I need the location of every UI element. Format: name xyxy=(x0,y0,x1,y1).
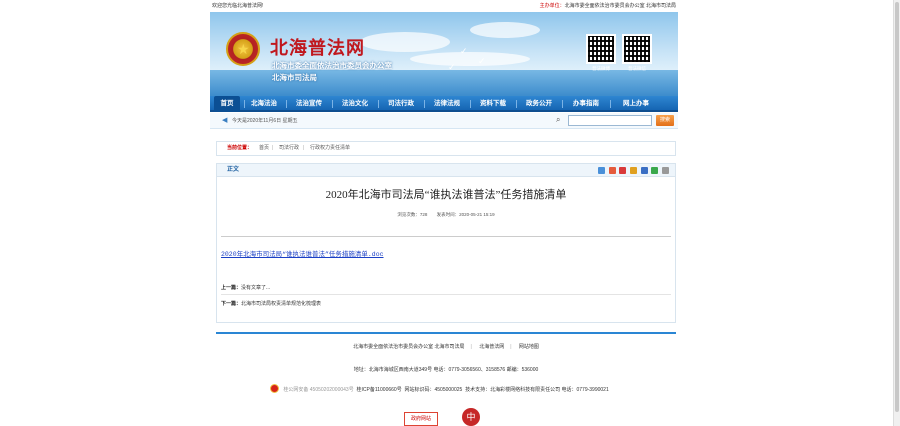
prev-label: 上一篇： xyxy=(221,285,242,291)
search-input[interactable] xyxy=(568,115,652,126)
nav-item-falv-fagui[interactable]: 法律法规 xyxy=(428,96,466,112)
footer-links: 北海市委全面依法治市委员会办公室 北海市司法局 | 北海普法网 | 网站地图 xyxy=(353,344,539,350)
nav-item-zhengwu-gongkai[interactable]: 政务公开 xyxy=(520,96,558,112)
article-panel: 正文 2020年北海市司法局“谁执法谁普法”任务措施清单 浏览次数：728 发表… xyxy=(216,163,676,323)
view-count: 浏览次数：728 xyxy=(397,212,428,217)
qr-weixin[interactable]: 普法微信 xyxy=(622,34,652,71)
article-meta: 浏览次数：728 发表时间：2020-05-21 15:19 xyxy=(217,212,675,218)
article-section-label: 正文 xyxy=(227,167,240,173)
national-emblem-icon: ★ xyxy=(226,32,260,66)
qr-weixin-label: 普法微信 xyxy=(628,66,646,71)
tech-support: 技术支持：北海彩楼网络科技有限责任公司 电话：0779-3990021 xyxy=(465,387,609,393)
site-logo-title[interactable]: 北海普法网 xyxy=(270,34,365,60)
footer-link-sitemap[interactable]: 网站地图 xyxy=(519,344,539,350)
party-seal-icon[interactable]: 中 xyxy=(462,408,480,426)
icp-record[interactable]: 桂ICP备11000660号 xyxy=(357,387,402,393)
share-tencent-icon[interactable] xyxy=(619,167,627,174)
title-divider xyxy=(221,236,671,237)
nav-item-ziliao-xiazai[interactable]: 资料下载 xyxy=(474,96,512,112)
qr-weibo-label: 普法微博 xyxy=(592,66,610,71)
nav-item-wangshang-banshi[interactable]: 网上办事 xyxy=(616,96,656,112)
vertical-scrollbar[interactable] xyxy=(893,0,900,426)
header-banner: ✓ ✓ ✓ ★ 北海普法网 北海市委全面依法治市委员会办公室 北海市司法局 普法… xyxy=(210,12,678,96)
info-bar: ◀ 今天是2020年11月6日 星期五 ⌕ 搜索 xyxy=(210,113,678,129)
print-icon[interactable] xyxy=(662,167,669,174)
page: 欢迎您光临北海普法网! 主办单位：北海市委全面依法治市委员会办公室 北海市司法局… xyxy=(0,0,893,426)
host-info: 主办单位：北海市委全面依法治市委员会办公室 北海市司法局 xyxy=(540,0,676,12)
footer-address: 地址：北海市海城区西南大道349号 电话：0779-3056560、315857… xyxy=(353,367,539,373)
share-qzone-icon[interactable] xyxy=(597,167,605,174)
host-label: 主办单位： xyxy=(539,3,565,9)
nav-item-fazhi-xuanchuan[interactable]: 法治宣传 xyxy=(290,96,328,112)
nav-item-fazhi-wenhua[interactable]: 法治文化 xyxy=(336,96,374,112)
welcome-text: 欢迎您光临北海普法网! xyxy=(212,3,264,9)
site-code: 网站标识码：4505000025 xyxy=(404,387,463,393)
footer-link-site[interactable]: 北海普法网 xyxy=(479,344,504,350)
footer-records: 桂公网安备 45050202000043号 桂ICP备11000660号 网站标… xyxy=(266,386,609,393)
gov-website-badge[interactable]: 政府网站 xyxy=(404,412,438,426)
prev-value: 没有文章了... xyxy=(241,285,271,291)
host-value: 北海市委全面依法治市委员会办公室 北海市司法局 xyxy=(564,3,676,9)
current-date: 今天是2020年11月6日 星期五 xyxy=(232,118,298,124)
main-nav: 首页 北海法治 法治宣传 法治文化 司法行政 法律法规 资料下载 政务公开 办事… xyxy=(210,96,678,112)
scrollbar-thumb[interactable] xyxy=(895,2,899,412)
breadcrumb-separator: | xyxy=(272,145,274,151)
qr-weibo[interactable]: 普法微博 xyxy=(586,34,616,71)
article-panel-header: 正文 xyxy=(217,164,675,177)
qr-code-icon xyxy=(586,34,616,64)
search-button[interactable]: 搜索 xyxy=(656,115,674,126)
nav-item-home[interactable]: 首页 xyxy=(214,96,240,112)
share-weixin-icon[interactable] xyxy=(651,167,659,174)
next-label: 下一篇： xyxy=(221,301,242,307)
share-toolbar xyxy=(596,167,669,175)
nav-item-sifa-xingzheng[interactable]: 司法行政 xyxy=(382,96,420,112)
banner-subtitle-committee: 北海市委全面依法治市委员会办公室 xyxy=(272,61,392,70)
breadcrumb-item-sifa[interactable]: 司法行政 xyxy=(279,142,299,155)
nav-item-banshi-zhinan[interactable]: 办事指南 xyxy=(566,96,606,112)
top-bar: 欢迎您光临北海普法网! 主办单位：北海市委全面依法治市委员会办公室 北海市司法局 xyxy=(210,0,678,12)
footer-link-host[interactable]: 北海市委全面依法治市委员会办公室 北海市司法局 xyxy=(353,344,464,350)
next-article[interactable]: 下一篇：北海市司法局权责清单规范化梳理表 xyxy=(221,300,321,307)
nav-item-beihai-fazhi[interactable]: 北海法治 xyxy=(246,96,282,112)
qr-code-icon xyxy=(622,34,652,64)
font-size-icon[interactable] xyxy=(640,167,648,174)
share-renren-icon[interactable] xyxy=(629,167,637,174)
footer: 北海市委全面依法治市委员会办公室 北海市司法局 | 北海普法网 | 网站地图 地址：… xyxy=(216,334,676,426)
breadcrumb-label: 当前位置： xyxy=(227,145,253,151)
search-icon: ⌕ xyxy=(556,115,561,124)
prev-next-divider xyxy=(221,294,671,295)
publish-time: 发表时间：2020-05-21 15:19 xyxy=(436,212,495,217)
next-value: 北海市司法局权责清单规范化梳理表 xyxy=(241,301,322,307)
breadcrumb-separator: | xyxy=(303,145,305,151)
breadcrumb-item-current[interactable]: 行政权力责任清单 xyxy=(310,142,350,155)
police-record[interactable]: 桂公网安备 45050202000043号 xyxy=(283,387,353,393)
share-weibo-icon[interactable] xyxy=(608,167,616,174)
speaker-icon: ◀ xyxy=(222,117,228,124)
breadcrumb-item-home[interactable]: 首页 xyxy=(259,142,269,155)
prev-article[interactable]: 上一篇：没有文章了... xyxy=(221,284,270,291)
attachment-link[interactable]: 2020年北海市司法局“谁执法谁普法”任务措施清单.doc xyxy=(221,248,384,258)
breadcrumb: 当前位置： 首页 | 司法行政 | 行政权力责任清单 xyxy=(216,141,676,156)
banner-subtitle-bureau: 北海市司法局 xyxy=(272,73,317,82)
article-title: 2020年北海市司法局“谁执法谁普法”任务措施清单 xyxy=(325,189,567,201)
